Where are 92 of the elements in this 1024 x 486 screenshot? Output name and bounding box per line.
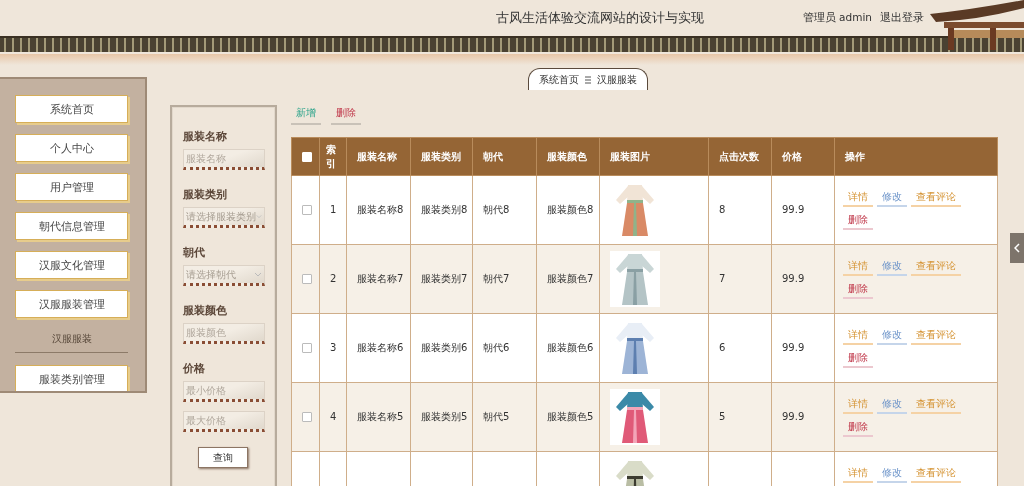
add-button[interactable]: 新增	[291, 104, 321, 125]
table-cell: 服装名称7	[357, 273, 404, 284]
menu-icon	[585, 75, 591, 84]
table-cell: 服装颜色7	[547, 273, 594, 284]
sidebar-item[interactable]: 汉服服装管理	[15, 290, 128, 318]
input-field[interactable]: 服装颜色	[183, 323, 265, 344]
field-label: 服装名称	[183, 129, 228, 144]
detail-link[interactable]: 详情	[843, 190, 873, 207]
edit-link[interactable]: 修改	[877, 397, 907, 414]
sidebar-section-title: 汉服服装	[50, 332, 93, 346]
delete-link[interactable]: 删除	[843, 213, 873, 230]
delete-link[interactable]: 删除	[843, 282, 873, 299]
sidebar-item[interactable]: 服装类别管理	[15, 365, 128, 391]
field-label: 服装颜色	[183, 303, 228, 318]
table-cell: 6	[719, 342, 726, 353]
column-header: 服装名称	[357, 149, 397, 164]
table-cell: 服装名称5	[357, 411, 404, 422]
table-cell: 5	[719, 411, 726, 422]
sidebar-item[interactable]: 系统首页	[15, 95, 128, 123]
edit-link[interactable]: 修改	[877, 466, 907, 483]
chevron-left-icon	[1014, 243, 1020, 253]
detail-link[interactable]: 查看评论	[911, 466, 961, 483]
column-header: 服装图片	[610, 149, 650, 164]
side-panel-toggle[interactable]	[1010, 233, 1024, 263]
table-cell: 服装颜色6	[547, 342, 594, 353]
table-cell: 服装类别7	[421, 273, 468, 284]
table-cell: 服装类别6	[421, 342, 468, 353]
detail-link[interactable]: 查看评论	[911, 328, 961, 345]
sidebar-item[interactable]: 汉服文化管理	[15, 251, 128, 279]
detail-link[interactable]: 详情	[843, 259, 873, 276]
column-header: 操作	[845, 149, 865, 164]
edit-link[interactable]: 修改	[877, 259, 907, 276]
detail-link[interactable]: 详情	[843, 397, 873, 414]
table-cell: 99.9	[782, 273, 805, 284]
field-label: 服装类别	[183, 187, 228, 202]
table-cell: 服装名称6	[357, 342, 404, 353]
detail-link[interactable]: 查看评论	[911, 259, 961, 276]
table-cell: 朝代7	[483, 273, 510, 284]
table-cell: 1	[330, 204, 337, 215]
field-label: 价格	[183, 361, 206, 376]
table-cell: 朝代6	[483, 342, 510, 353]
checkbox[interactable]	[302, 205, 312, 215]
detail-link[interactable]: 查看评论	[911, 397, 961, 414]
breadcrumb-link[interactable]: 系统首页	[539, 72, 579, 87]
table-cell: 服装颜色8	[547, 204, 594, 215]
column-header: 价格	[782, 149, 802, 164]
logout-link[interactable]: 退出登录	[880, 11, 924, 25]
site-title: 古风生活体验交流网站的设计与实现	[496, 9, 704, 27]
column-header: 朝代	[483, 149, 503, 164]
column-header: 服装类别	[421, 149, 461, 164]
search-button[interactable]: 查询	[198, 447, 248, 468]
detail-link[interactable]: 查看评论	[911, 190, 961, 207]
checkbox[interactable]	[302, 412, 312, 422]
edit-link[interactable]: 修改	[877, 328, 907, 345]
edit-link[interactable]: 修改	[877, 190, 907, 207]
table-cell: 99.9	[782, 342, 805, 353]
table-cell: 朝代8	[483, 204, 510, 215]
checkbox[interactable]	[302, 274, 312, 284]
table-cell: 8	[719, 204, 726, 215]
column-header: 点击次数	[719, 149, 759, 164]
breadcrumb-link[interactable]: 汉服服装	[597, 72, 637, 87]
table-cell: 朝代5	[483, 411, 510, 422]
field-label: 朝代	[183, 245, 206, 260]
table-cell: 99.9	[782, 204, 805, 215]
table-cell: 3	[330, 342, 337, 353]
input-field[interactable]: 服装名称	[183, 149, 265, 170]
table-cell: 2	[330, 273, 337, 284]
delete-link[interactable]: 删除	[843, 351, 873, 368]
sidebar-item[interactable]: 用户管理	[15, 173, 128, 201]
sidebar-item[interactable]: 朝代信息管理	[15, 212, 128, 240]
sidebar-item[interactable]: 个人中心	[15, 134, 128, 162]
checkbox[interactable]	[302, 343, 312, 353]
input-field[interactable]: 最小价格	[183, 381, 265, 402]
table-cell: 服装类别5	[421, 411, 468, 422]
table-cell: 7	[719, 273, 726, 284]
caret-icon	[254, 272, 262, 277]
column-header: 索引	[326, 142, 337, 171]
dropdown-field[interactable]: 请选择服装类别	[183, 207, 265, 228]
dropdown-field[interactable]: 请选择朝代	[183, 265, 265, 286]
table-cell: 99.9	[782, 411, 805, 422]
detail-link[interactable]: 详情	[843, 466, 873, 483]
detail-link[interactable]: 详情	[843, 328, 873, 345]
table-cell: 服装名称8	[357, 204, 404, 215]
input-field[interactable]: 最大价格	[183, 411, 265, 432]
delete-link[interactable]: 删除	[843, 420, 873, 437]
user-name: 管理员 admin	[802, 11, 872, 25]
caret-icon	[256, 214, 262, 219]
table-cell: 服装颜色5	[547, 411, 594, 422]
table-cell: 服装类别8	[421, 204, 468, 215]
delete-button[interactable]: 删除	[331, 104, 361, 125]
column-header: 服装颜色	[547, 149, 587, 164]
table-cell: 4	[330, 411, 337, 422]
